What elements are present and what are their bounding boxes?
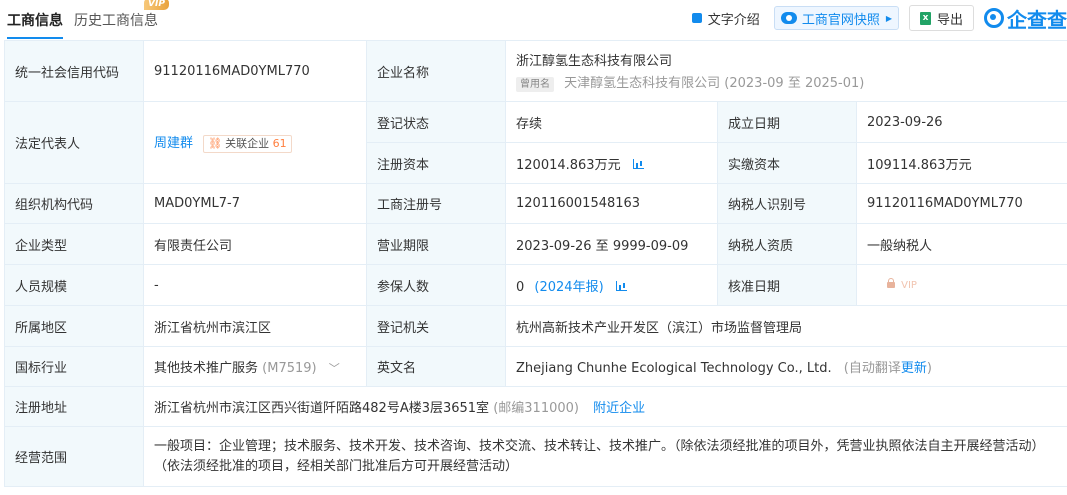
legal-rep-cell: 周建群 ⛓ 关联企业 61 xyxy=(143,101,367,184)
reg-number-value: 120116001548163 xyxy=(505,183,718,224)
related-count: 61 xyxy=(272,137,287,150)
former-name-tag: 曾用名 xyxy=(516,77,554,92)
document-icon xyxy=(691,13,702,23)
reg-authority-label: 登记机关 xyxy=(366,305,506,347)
reg-address-cell: 浙江省杭州市滨江区西兴街道阡陌路482号A楼3层3651室 (邮编311000)… xyxy=(143,386,1067,427)
export-label: 导出 xyxy=(936,12,963,28)
english-name-cell: Zhejiang Chunhe Ecological Technology Co… xyxy=(505,346,1067,387)
chevron-down-icon[interactable]: ﹀ xyxy=(329,362,340,375)
table-row: 人员规模 - 参保人数 0 (2024年报) 核准日期 VIP xyxy=(4,264,1067,306)
reg-capital-label: 注册资本 xyxy=(366,142,506,184)
reg-capital-value: 120014.863万元 xyxy=(516,157,621,173)
scope-label: 经营范围 xyxy=(4,426,144,487)
paid-capital-value: 109114.863万元 xyxy=(856,142,1067,184)
tab-business-info[interactable]: 工商信息 xyxy=(7,10,63,39)
company-name-value: 浙江醇氢生态科技有限公司 xyxy=(516,54,673,69)
network-icon: ⛓ xyxy=(208,137,223,150)
table-row: 企业类型 有限责任公司 营业期限 2023-09-26 至 9999-09-09… xyxy=(4,223,1067,265)
excel-icon: x xyxy=(919,11,931,25)
auto-translate-note: (自动翻译 xyxy=(843,361,901,376)
export-button[interactable]: x 导出 xyxy=(908,5,974,31)
industry-label: 国标行业 xyxy=(4,346,144,387)
text-intro-label: 文字介绍 xyxy=(707,12,760,28)
former-name-value: 天津醇氢生态科技有限公司 xyxy=(564,76,721,91)
company-name-cell: 浙江醇氢生态科技有限公司 曾用名 天津醇氢生态科技有限公司 (2023-09 至… xyxy=(505,40,1067,102)
english-name-label: 英文名 xyxy=(366,346,506,387)
company-type-value: 有限责任公司 xyxy=(143,223,367,265)
brand-name: 企查查 xyxy=(1007,7,1067,32)
table-row: 国标行业 其他技术推广服务 (M7519) ﹀ 英文名 Zhejiang Chu… xyxy=(4,346,1067,387)
chart-icon[interactable] xyxy=(615,280,627,291)
region-value: 浙江省杭州市滨江区 xyxy=(143,305,367,347)
taxpayer-qual-label: 纳税人资质 xyxy=(717,223,857,265)
table-row: 经营范围 一般项目：企业管理；技术服务、技术开发、技术咨询、技术交流、技术转让、… xyxy=(4,426,1067,487)
qcc-logo-icon xyxy=(984,8,1004,28)
camera-icon xyxy=(780,12,797,24)
company-name-label: 企业名称 xyxy=(366,40,506,102)
vip-badge: VIP xyxy=(144,0,169,10)
company-type-label: 企业类型 xyxy=(4,223,144,265)
legal-rep-label: 法定代表人 xyxy=(4,101,144,184)
scope-value: 一般项目：企业管理；技术服务、技术开发、技术咨询、技术交流、技术转让、技术推广。… xyxy=(143,426,1067,487)
taxpayer-id-value: 91120116MAD0YML770 xyxy=(856,183,1067,224)
reg-authority-value: 杭州高新技术产业开发区（滨江）市场监督管理局 xyxy=(505,305,1067,347)
brand-logo: 企查查 xyxy=(984,4,1067,33)
table-row: 法定代表人 周建群 ⛓ 关联企业 61 登记状态 存续 成立日期 2023-09-… xyxy=(4,101,1067,184)
snapshot-label: 工商官网快照 xyxy=(801,12,880,28)
established-label: 成立日期 xyxy=(717,101,857,143)
official-snapshot-button[interactable]: 工商官网快照 ▶ xyxy=(773,6,899,30)
update-link[interactable]: 更新 xyxy=(901,361,927,376)
staff-size-label: 人员规模 xyxy=(4,264,144,306)
tab-history-business-info[interactable]: 历史工商信息 xyxy=(74,10,158,30)
play-arrow-icon: ▶ xyxy=(885,13,892,23)
approval-date-label: 核准日期 xyxy=(717,264,857,306)
table-row: 统一社会信用代码 91120116MAD0YML770 企业名称 浙江醇氢生态科… xyxy=(4,40,1067,102)
nearby-companies-link[interactable]: 附近企业 xyxy=(593,401,645,416)
reg-status-label: 登记状态 xyxy=(366,101,506,143)
taxpayer-qual-value: 一般纳税人 xyxy=(856,223,1067,265)
insured-value: 0 xyxy=(516,279,525,295)
business-term-label: 营业期限 xyxy=(366,223,506,265)
credit-code-label: 统一社会信用代码 xyxy=(4,40,144,102)
text-intro-button[interactable]: 文字介绍 xyxy=(691,9,760,28)
lock-icon xyxy=(887,278,895,288)
staff-size-value: - xyxy=(143,264,367,306)
industry-cell[interactable]: 其他技术推广服务 (M7519) ﹀ xyxy=(143,346,367,387)
reg-number-label: 工商注册号 xyxy=(366,183,506,224)
business-term-value: 2023-09-26 至 9999-09-09 xyxy=(505,223,718,265)
org-code-value: MAD0YML7-7 xyxy=(143,183,367,224)
reg-status-value: 存续 xyxy=(505,101,718,143)
former-name-period: (2023-09 至 2025-01) xyxy=(724,76,865,91)
related-companies-tag[interactable]: ⛓ 关联企业 61 xyxy=(203,135,292,153)
toolbar: 文字介绍 工商官网快照 ▶ x 导出 企查查 xyxy=(691,4,1067,33)
english-name-value: Zhejiang Chunhe Ecological Technology Co… xyxy=(516,361,832,376)
table-row: 所属地区 浙江省杭州市滨江区 登记机关 杭州高新技术产业开发区（滨江）市场监督管… xyxy=(4,305,1067,347)
annual-report-link[interactable]: (2024年报) xyxy=(534,280,603,295)
auto-translate-close: ) xyxy=(926,361,932,376)
table-row: 注册地址 浙江省杭州市滨江区西兴街道阡陌路482号A楼3层3651室 (邮编31… xyxy=(4,386,1067,427)
postcode: (邮编311000) xyxy=(493,401,579,416)
credit-code-value: 91120116MAD0YML770 xyxy=(143,40,367,102)
org-code-label: 组织机构代码 xyxy=(4,183,144,224)
chart-icon[interactable] xyxy=(632,158,644,169)
legal-rep-link[interactable]: 周建群 xyxy=(154,136,193,151)
industry-code: (M7519) xyxy=(262,361,317,376)
top-bar: 工商信息 历史工商信息 VIP 文字介绍 工商官网快照 ▶ x 导出 企查查 xyxy=(0,0,1067,39)
insured-cell: 0 (2024年报) xyxy=(505,264,718,306)
industry-value: 其他技术推广服务 xyxy=(154,361,259,376)
reg-address-value: 浙江省杭州市滨江区西兴街道阡陌路482号A楼3层3651室 xyxy=(154,401,490,416)
former-name-row: 曾用名 天津醇氢生态科技有限公司 (2023-09 至 2025-01) xyxy=(516,72,1067,92)
business-info-table: 统一社会信用代码 91120116MAD0YML770 企业名称 浙江醇氢生态科… xyxy=(4,40,1067,487)
established-value: 2023-09-26 xyxy=(856,101,1067,143)
reg-capital-cell: 120014.863万元 xyxy=(505,142,718,184)
insured-label: 参保人数 xyxy=(366,264,506,306)
taxpayer-id-label: 纳税人识别号 xyxy=(717,183,857,224)
region-label: 所属地区 xyxy=(4,305,144,347)
paid-capital-label: 实缴资本 xyxy=(717,142,857,184)
related-label: 关联企业 xyxy=(225,137,270,150)
reg-address-label: 注册地址 xyxy=(4,386,144,427)
vip-locked-value[interactable]: VIP xyxy=(901,280,917,291)
approval-date-cell: VIP xyxy=(856,264,1067,306)
table-row: 组织机构代码 MAD0YML7-7 工商注册号 120116001548163 … xyxy=(4,183,1067,224)
